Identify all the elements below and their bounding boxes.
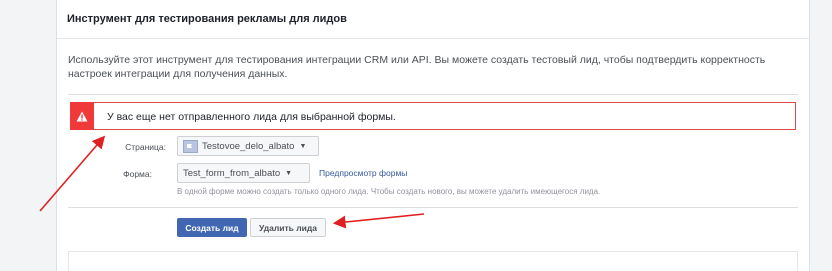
form-label: Форма: xyxy=(123,169,152,179)
form-select-value: Test_form_from_albato xyxy=(183,167,281,179)
panel-header: Инструмент для тестирования рекламы для … xyxy=(57,0,809,39)
alert-message: У вас еще нет отправленного лида для выб… xyxy=(107,111,396,123)
form-select[interactable]: Test_form_from_albato ▼ xyxy=(177,163,310,183)
chevron-down-icon: ▼ xyxy=(299,142,307,150)
actions-divider xyxy=(68,207,798,208)
lead-list-area xyxy=(68,251,798,271)
lead-ads-testing-panel: Инструмент для тестирования рекламы для … xyxy=(56,0,810,271)
create-lead-button[interactable]: Создать лид xyxy=(177,218,247,237)
page: Инструмент для тестирования рекламы для … xyxy=(0,0,832,271)
panel-title: Инструмент для тестирования рекламы для … xyxy=(67,13,347,25)
alert-icon-box xyxy=(70,102,94,130)
section-divider xyxy=(68,94,798,95)
form-preview-link[interactable]: Предпросмотр формы xyxy=(319,168,407,178)
page-label: Страница: xyxy=(125,142,166,152)
chevron-down-icon: ▼ xyxy=(285,169,293,177)
page-select-value: Testovoe_delo_albato xyxy=(202,140,295,152)
page-select[interactable]: Testovoe_delo_albato ▼ xyxy=(177,136,319,156)
no-lead-alert: У вас еще нет отправленного лида для выб… xyxy=(70,102,796,130)
warning-icon xyxy=(76,111,88,121)
tool-description: Используйте этот инструмент для тестиров… xyxy=(68,54,766,80)
page-thumbnail-icon xyxy=(183,139,198,153)
delete-lead-button[interactable]: Удалить лида xyxy=(250,218,326,237)
single-lead-hint: В одной форме можно создать только одног… xyxy=(177,187,601,196)
